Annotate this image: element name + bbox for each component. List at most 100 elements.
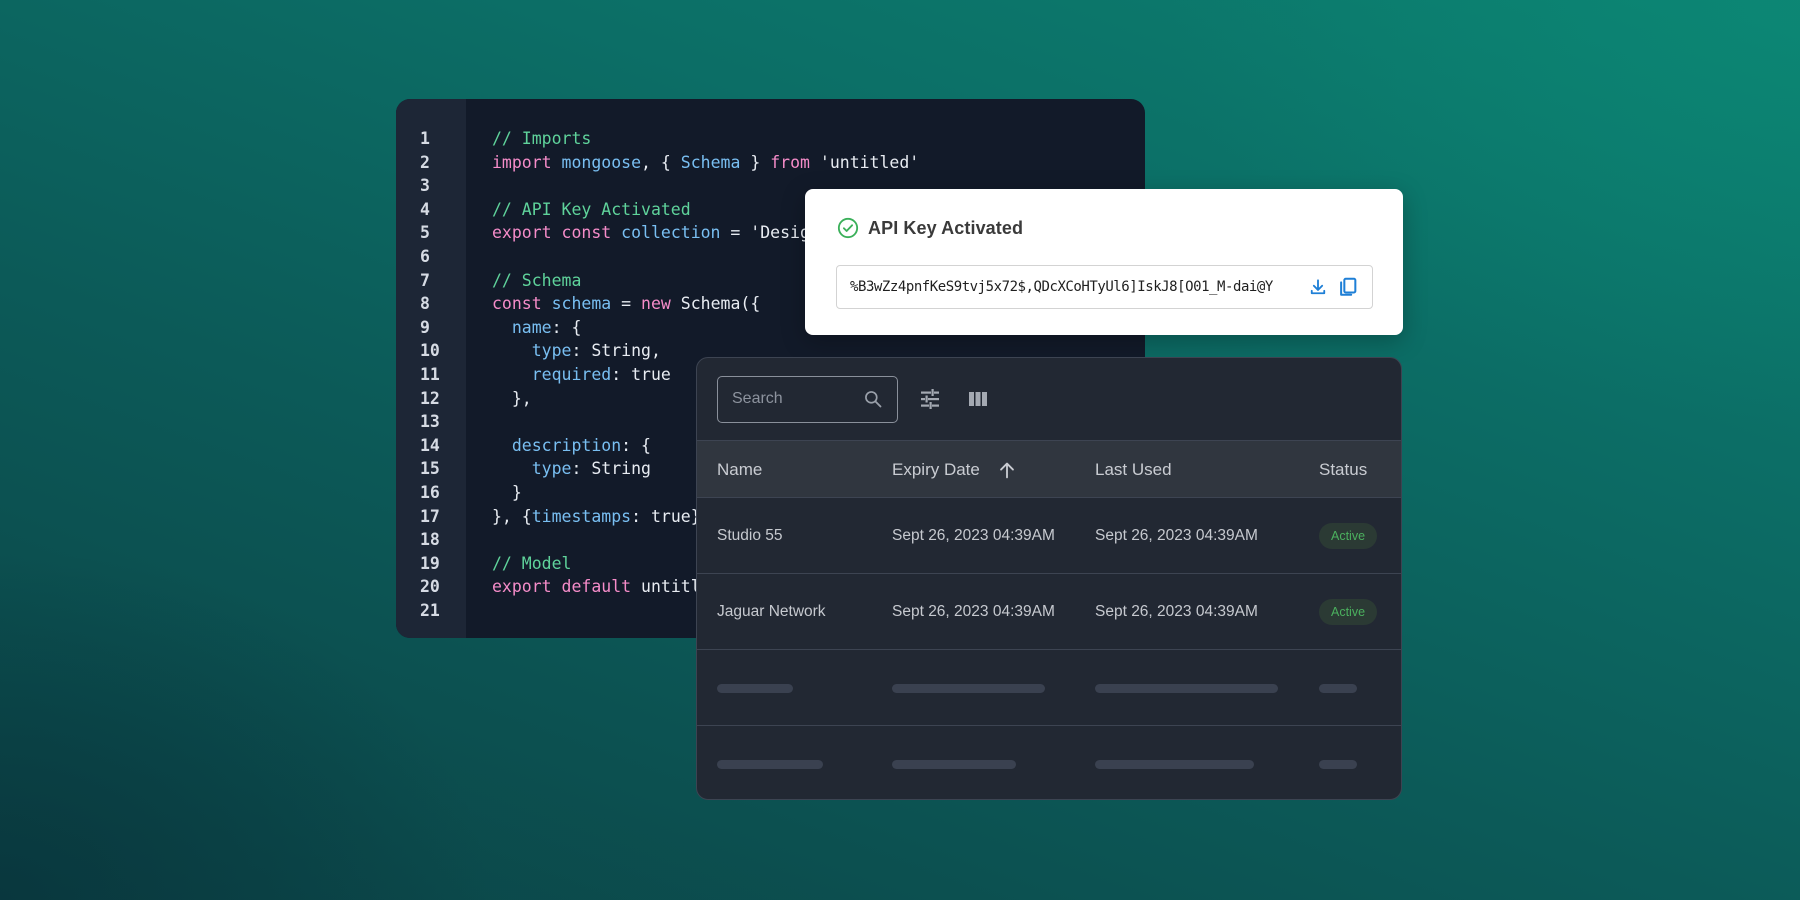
code-token: const [492, 294, 542, 314]
column-label: Expiry Date [892, 460, 980, 479]
api-key-field[interactable]: %B3wZz4pnfKeS9tvj5x72$,QDcXCoHTyUl6]IskJ… [836, 265, 1373, 309]
cell-status: Active [1319, 498, 1378, 574]
code-token: type [531, 341, 572, 361]
code-token: export [492, 223, 552, 243]
code-token: : { [621, 435, 651, 455]
code-token: from [770, 152, 810, 172]
filter-icon[interactable] [914, 383, 946, 415]
code-token: : true [611, 364, 671, 384]
skeleton-cell [717, 726, 823, 799]
line-number: 2 [420, 152, 430, 172]
line-number: 11 [420, 364, 440, 384]
code-token: collection [621, 223, 721, 243]
code-token: }, { [492, 506, 532, 526]
skeleton-bar [892, 759, 1016, 769]
line-number: 3 [420, 176, 430, 196]
skeleton-cell [1319, 726, 1357, 799]
code-token: timestamps [531, 506, 632, 526]
skeleton-bar [717, 759, 823, 769]
api-key-value[interactable]: %B3wZz4pnfKeS9tvj5x72$,QDcXCoHTyUl6]IskJ… [850, 279, 1300, 295]
table-body: Studio 55 Sept 26, 2023 04:39AM Sept 26, 2… [697, 498, 1401, 799]
code-token: default [561, 577, 632, 597]
search-field[interactable] [717, 375, 898, 423]
line-number: 13 [420, 412, 440, 432]
cell-status: Active [1319, 574, 1378, 650]
cell-name: Studio 55 [717, 527, 783, 544]
skeleton-bar [1319, 683, 1357, 693]
search-input[interactable] [732, 390, 852, 408]
skeleton-cell [892, 726, 1016, 799]
code-token: Schema [680, 152, 741, 172]
skeleton-cell [1319, 650, 1357, 726]
code-token: } [492, 482, 522, 502]
columns-icon[interactable] [962, 383, 994, 415]
column-label: Status [1319, 460, 1368, 479]
line-number: 5 [420, 223, 430, 243]
code-token: name [511, 317, 552, 337]
code-token: } [740, 152, 771, 172]
column-header-status[interactable]: Status [1319, 441, 1367, 499]
code-token: // API Key Activated [492, 199, 691, 219]
line-number: 1 [420, 129, 430, 148]
line-number: 4 [420, 199, 430, 219]
code-token: // Model [492, 553, 572, 573]
code-token: const [561, 223, 612, 243]
code-token: }, [492, 388, 532, 408]
download-icon[interactable] [1306, 275, 1330, 299]
table-row[interactable]: Jaguar Network Sept 26, 2023 04:39AM Sept … [697, 574, 1401, 650]
check-circle-icon [837, 217, 859, 239]
column-header-expiry-date[interactable]: Expiry Date [892, 441, 1018, 499]
search-icon[interactable] [863, 389, 883, 409]
code-token: new [641, 294, 671, 314]
column-header-last-used[interactable]: Last Used [1095, 441, 1172, 499]
cell-last-used: Sept 26, 2023 04:39AM [1095, 527, 1258, 544]
table-row[interactable]: Studio 55 Sept 26, 2023 04:39AM Sept 26, 2… [697, 498, 1401, 574]
line-number: 9 [420, 317, 430, 337]
line-number: 12 [420, 388, 440, 408]
cell-last-used: Sept 26, 2023 04:39AM [1095, 603, 1258, 620]
code-token: description [511, 435, 622, 455]
code-token: required [531, 364, 612, 384]
skeleton-bar [1095, 683, 1278, 693]
skeleton-cell [1095, 726, 1254, 799]
column-header-name[interactable]: Name [717, 441, 762, 499]
line-number: 14 [420, 435, 440, 455]
sort-ascending-icon[interactable] [996, 459, 1018, 481]
api-key-title: API Key Activated [868, 217, 1024, 238]
skeleton-bar [1319, 759, 1357, 769]
api-key-header: API Key Activated [837, 217, 1023, 239]
line-number: 18 [420, 530, 440, 550]
skeleton-row [697, 650, 1401, 726]
code-token: type [531, 459, 572, 479]
line-number: 16 [420, 482, 440, 502]
skeleton-cell [1095, 650, 1278, 726]
skeleton-bar [1095, 759, 1254, 769]
status-badge: Active [1319, 599, 1378, 625]
line-number: 21 [420, 600, 440, 620]
line-number: 10 [420, 341, 440, 361]
line-number: 6 [420, 246, 430, 266]
code-token: import [492, 152, 552, 172]
cell-expiry-date: Sept 26, 2023 04:39AM [892, 527, 1055, 544]
code-token: : { [551, 317, 582, 337]
line-number: 20 [420, 577, 440, 597]
copy-icon[interactable] [1336, 275, 1360, 299]
code-token: Schema({ [670, 294, 761, 314]
skeleton-cell [717, 650, 793, 726]
skeleton-bar [892, 683, 1045, 693]
code-token: : String, [571, 341, 661, 361]
line-number: 15 [420, 459, 440, 479]
code-token: , { [641, 152, 681, 172]
code-token: export [492, 577, 552, 597]
code-token: // Schema [492, 270, 582, 290]
table-header: Name Expiry Date Last Used Status [697, 440, 1401, 498]
code-token: // Imports [492, 129, 592, 148]
code-token: 'untitled' [809, 152, 920, 172]
